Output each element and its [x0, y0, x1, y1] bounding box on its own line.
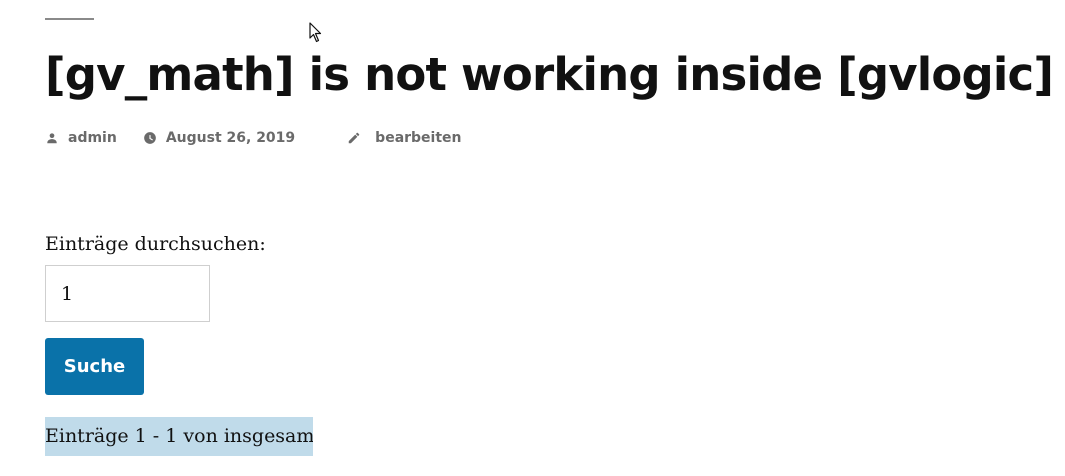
post-date: August 26, 2019	[165, 130, 296, 146]
author-link[interactable]: admin	[45, 130, 117, 146]
edit-label: bearbeiten	[375, 130, 462, 146]
title-container: [gv_math] is not working inside [gvlogic…	[0, 40, 1065, 112]
date-link[interactable]: August 26, 2019	[143, 130, 295, 146]
person-icon	[47, 133, 57, 144]
page-title: [gv_math] is not working inside [gvlogic…	[45, 48, 1065, 101]
pencil-icon	[348, 132, 360, 144]
edit-link[interactable]: bearbeiten	[347, 130, 462, 146]
search-button[interactable]: Suche	[45, 338, 144, 395]
search-input[interactable]	[45, 265, 210, 322]
result-summary: Einträge 1 - 1 von insgesamt 1	[45, 417, 313, 456]
header-divider	[45, 18, 94, 20]
mouse-cursor-icon	[309, 22, 322, 43]
author-name: admin	[68, 130, 117, 146]
search-label: Einträge durchsuchen:	[45, 233, 266, 255]
post-meta: admin August 26, 2019 bearbeiten	[45, 127, 462, 149]
clock-icon	[143, 132, 156, 144]
